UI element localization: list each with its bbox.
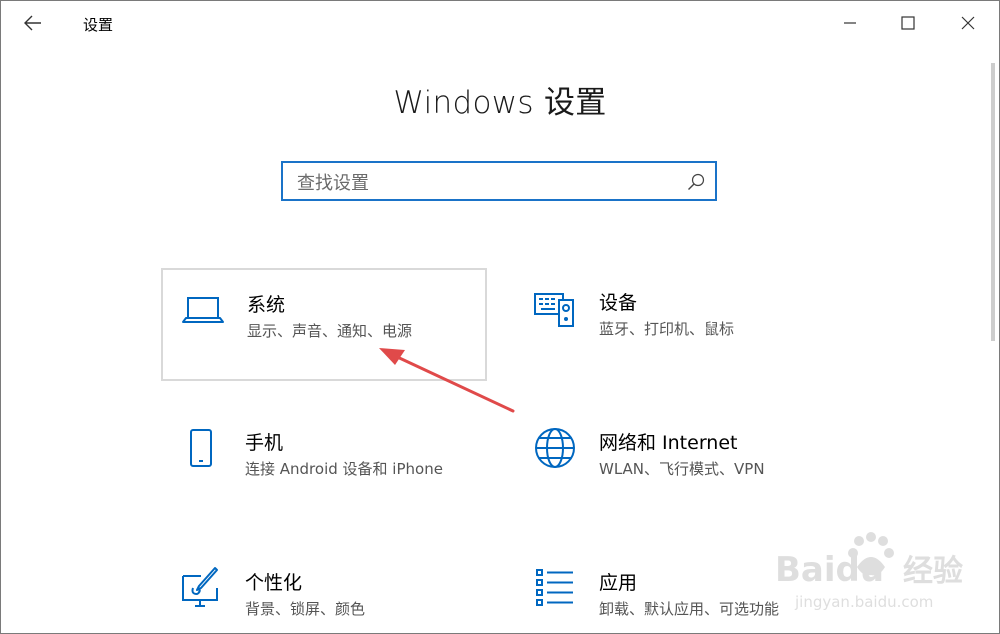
category-description: 背景、锁屏、颜色 (245, 600, 366, 618)
category-description: WLAN、飞行模式、VPN (599, 460, 765, 478)
category-phone[interactable]: 手机 连接 Android 设备和 iPhone (161, 408, 481, 516)
watermark-url: jingyan.baidu.com (794, 593, 933, 611)
category-description: 显示、声音、通知、电源 (247, 322, 413, 340)
category-title: 手机 (245, 432, 284, 454)
close-button[interactable] (945, 7, 991, 39)
settings-window: 设置 Windows 设置 系统 显示、声音、通知、电源 (0, 0, 1000, 634)
search-box[interactable] (281, 161, 717, 201)
paint-monitor-icon (182, 567, 218, 607)
category-title: 个性化 (245, 572, 303, 594)
window-title: 设置 (83, 16, 114, 34)
minimize-icon (844, 22, 856, 24)
category-title: 网络和 Internet (599, 432, 738, 454)
search-icon[interactable] (687, 173, 705, 191)
category-title: 应用 (599, 572, 638, 594)
title-bar: 设置 (1, 1, 999, 45)
page-title: Windows 设置 (393, 85, 607, 121)
laptop-icon (182, 297, 224, 323)
back-button[interactable] (15, 9, 51, 37)
category-description: 连接 Android 设备和 iPhone (245, 460, 443, 478)
category-network-internet[interactable]: 网络和 Internet WLAN、飞行模式、VPN (515, 408, 835, 516)
close-icon (961, 16, 975, 30)
back-arrow-icon (24, 15, 41, 31)
category-title: 系统 (247, 294, 286, 316)
category-title: 设备 (599, 292, 638, 314)
minimize-button[interactable] (827, 7, 873, 39)
watermark-brand: Baidu (775, 550, 884, 590)
maximize-button[interactable] (885, 7, 931, 39)
category-description: 卸载、默认应用、可选功能 (599, 600, 780, 618)
phone-icon (190, 429, 212, 467)
maximize-icon (901, 16, 915, 30)
category-personalization[interactable]: 个性化 背景、锁屏、颜色 (161, 548, 481, 633)
baidu-watermark: Baidu 经验 jingyan.baidu.com (775, 532, 963, 611)
category-description: 蓝牙、打印机、鼠标 (599, 320, 735, 338)
search-input[interactable] (295, 169, 679, 197)
watermark-brand-cn: 经验 (903, 554, 963, 589)
app-list-icon (536, 569, 573, 606)
keyboard-speaker-icon (534, 293, 574, 327)
globe-icon (535, 428, 575, 468)
category-devices[interactable]: 设备 蓝牙、打印机、鼠标 (515, 268, 835, 376)
annotation-arrow (379, 348, 515, 413)
